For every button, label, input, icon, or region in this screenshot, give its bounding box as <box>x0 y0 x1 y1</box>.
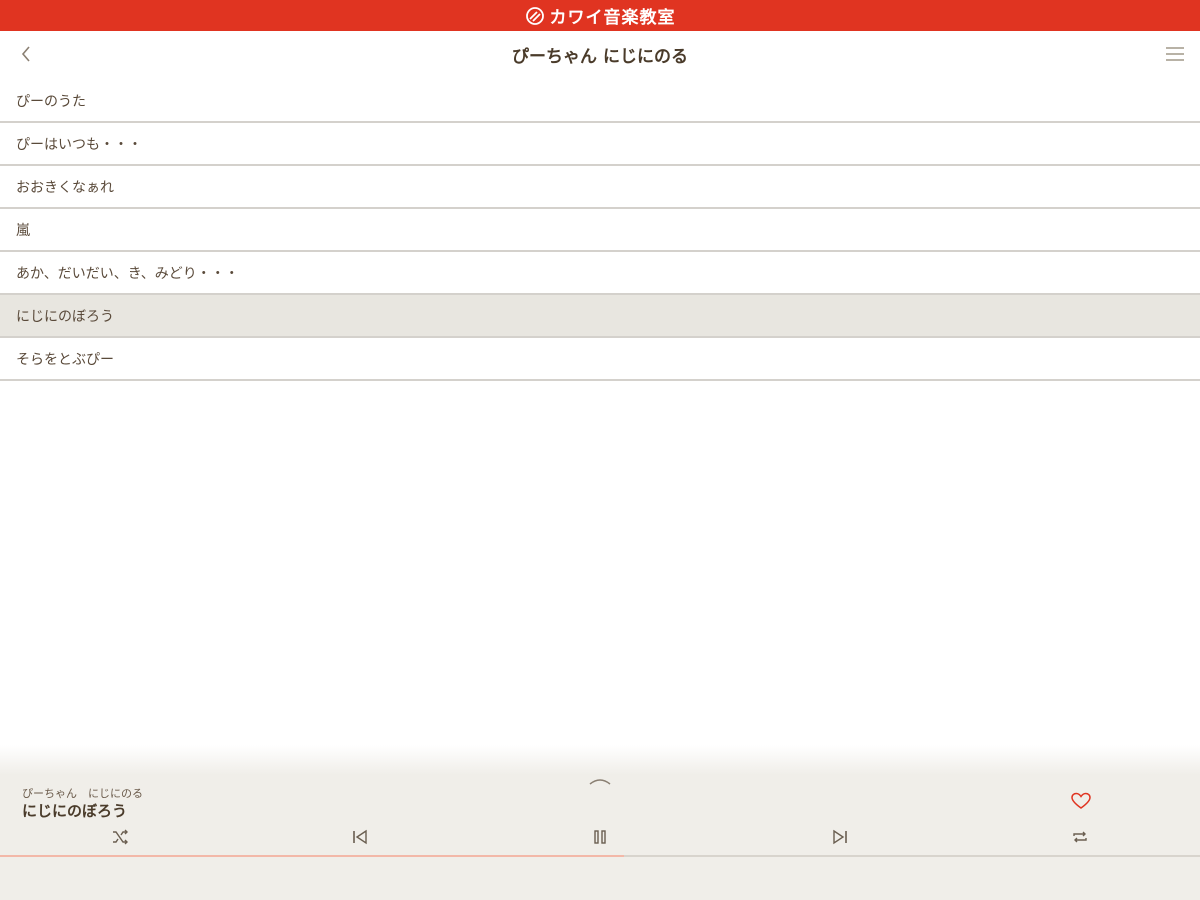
pause-icon <box>594 830 606 844</box>
track-list: ぴーのうたぴーはいつも・・・ おおきくなぁれ嵐あか、だいだい、き、みどり・・・ にじ… <box>0 80 1200 381</box>
shuffle-button[interactable] <box>109 827 131 847</box>
kawai-logo-icon <box>525 6 544 25</box>
page-title: ぴーちゃん にじにのる <box>512 46 688 67</box>
brand-header: カワイ音楽教室 <box>0 0 1200 31</box>
repeat-icon <box>1073 831 1087 843</box>
track-label: そらをとぶぴー <box>16 351 114 368</box>
back-button[interactable] <box>12 41 40 67</box>
hamburger-menu-icon <box>1166 47 1184 61</box>
track-label: にじにのぼろう <box>16 308 114 325</box>
previous-button[interactable] <box>349 827 371 847</box>
chevron-left-icon <box>21 46 30 62</box>
next-button[interactable] <box>829 827 851 847</box>
track-label: 嵐 <box>16 222 30 239</box>
track-list-item[interactable]: あか、だいだい、き、みどり・・・ <box>0 252 1200 295</box>
mini-player: ぴーちゃん にじにのる にじにのぼろう <box>0 775 1200 900</box>
track-list-item[interactable]: ぴーのうた <box>0 80 1200 123</box>
track-list-item[interactable]: おおきくなぁれ <box>0 166 1200 209</box>
player-shadow <box>0 745 1200 775</box>
previous-icon <box>353 829 367 845</box>
track-list-item[interactable]: 嵐 <box>0 209 1200 252</box>
shuffle-icon <box>113 829 128 845</box>
track-label: ぴーはいつも・・・ <box>16 136 142 153</box>
now-playing-title: にじにのぼろう <box>22 802 128 820</box>
playback-progress-bar[interactable] <box>0 855 1200 857</box>
track-list-item[interactable]: にじにのぼろう <box>0 295 1200 338</box>
track-list-item[interactable]: そらをとぶぴー <box>0 338 1200 381</box>
track-list-item[interactable]: ぴーはいつも・・・ <box>0 123 1200 166</box>
repeat-button[interactable] <box>1069 827 1091 847</box>
navigation-bar: ぴーちゃん にじにのる <box>0 31 1200 77</box>
album-title: ぴーちゃん にじにのる <box>22 787 143 800</box>
track-label: あか、だいだい、き、みどり・・・ <box>16 265 239 282</box>
playback-progress-fill <box>0 855 624 857</box>
brand-name: カワイ音楽教室 <box>549 8 676 28</box>
pause-button[interactable] <box>589 827 611 847</box>
expand-player-icon[interactable] <box>588 775 612 787</box>
favorite-heart-icon[interactable] <box>1070 791 1092 811</box>
next-icon <box>833 829 847 845</box>
menu-button[interactable] <box>1162 41 1188 67</box>
track-label: おおきくなぁれ <box>16 179 114 196</box>
track-label: ぴーのうた <box>16 93 86 110</box>
